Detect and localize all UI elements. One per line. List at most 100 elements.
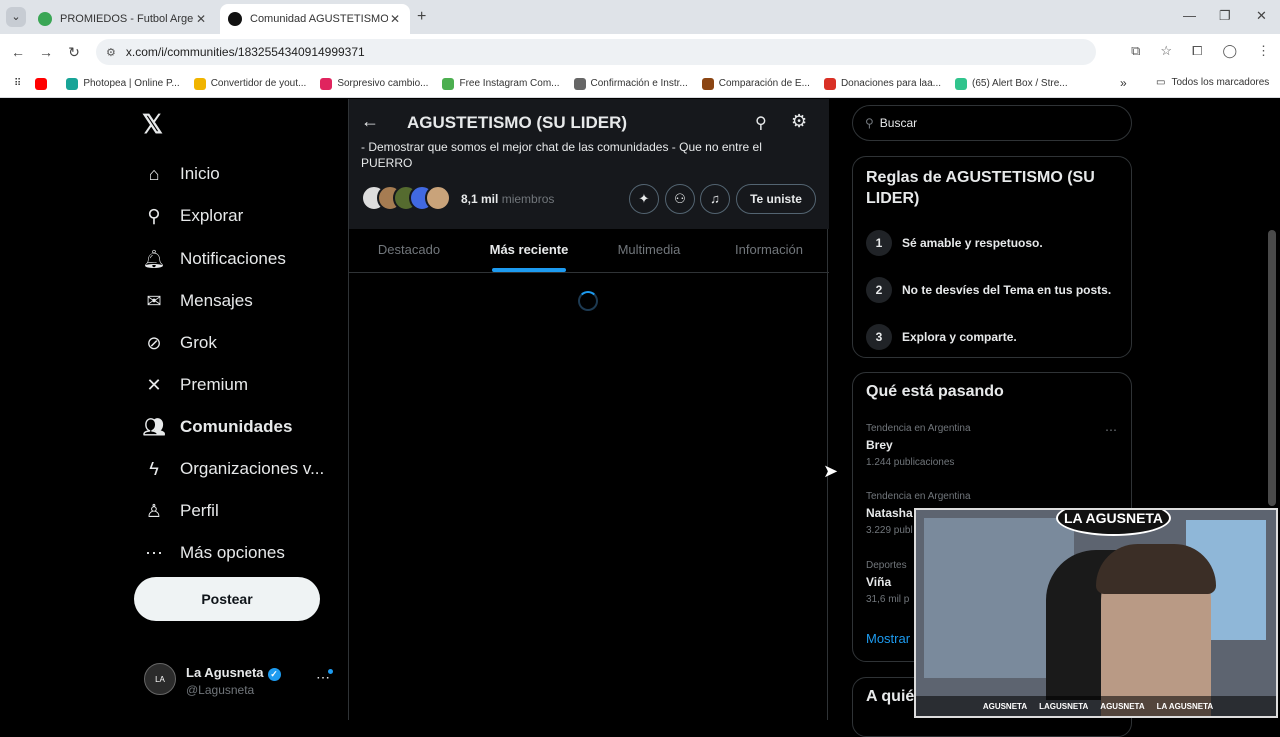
all-bookmarks-folder[interactable]: ▭ Todos los marcadores (1156, 77, 1269, 88)
nav-item-home[interactable]: ⌂ Inicio (142, 156, 220, 192)
member-avatar (425, 185, 451, 211)
folder-icon (193, 77, 206, 90)
photopea-icon (66, 77, 79, 90)
loading-spinner (578, 291, 598, 311)
home-icon: ⌂ (148, 163, 160, 184)
bookmark-item[interactable]: Comparación de E... (701, 77, 810, 90)
site-info-icon[interactable]: ⚙ (106, 46, 116, 59)
trend-more-icon[interactable]: ⋯ (1105, 423, 1117, 437)
bookmark-item[interactable]: Convertidor de yout... (193, 77, 306, 90)
gear-icon[interactable]: ⚙ (791, 111, 807, 132)
menu-kebab-icon[interactable]: ⋮ (1257, 43, 1270, 59)
rule-number: 3 (866, 324, 892, 350)
close-window-icon[interactable]: ✕ (1256, 8, 1267, 24)
bookmark-item[interactable]: Photopea | Online P... (66, 77, 180, 90)
bookmark-item[interactable]: Sorpresivo cambio... (320, 77, 428, 90)
profile-name-row: La Agusneta ✓ (186, 665, 281, 681)
nav-item-mail[interactable]: ✉ Mensajes (142, 283, 252, 319)
page-scrollbar[interactable] (1268, 230, 1276, 506)
apps-grid-icon[interactable]: ⠿ (14, 78, 21, 89)
extensions-icon[interactable]: ⧠ (1192, 43, 1202, 59)
browser-toolbar: ← → ↻ ⚙ x.com/i/communities/183255434091… (0, 34, 1280, 70)
reload-icon[interactable]: ↻ (60, 44, 88, 61)
nav-item-bell[interactable]: 🔔︎ Notificaciones (142, 241, 286, 277)
trend-item[interactable]: Tendencia en Argentina Brey 1.244 public… (866, 423, 1121, 468)
member-avatars[interactable] (361, 185, 451, 211)
news-icon (320, 77, 333, 90)
back-arrow-icon[interactable]: ← (361, 111, 379, 132)
show-more-link[interactable]: Mostrar (866, 631, 910, 646)
add-user-icon[interactable]: ⚇ (665, 184, 695, 214)
back-icon[interactable]: ← (4, 44, 32, 60)
new-tab-button[interactable]: + (417, 8, 426, 26)
forward-icon[interactable]: → (32, 44, 60, 60)
nav-item-grok[interactable]: ⊘ Grok (142, 325, 216, 361)
nav-item-communities[interactable]: 👥︎ Comunidades (142, 409, 293, 445)
account-switcher[interactable]: LA La Agusneta ✓ @Lagusneta ⋯ (144, 661, 344, 701)
active-tab-indicator (492, 268, 566, 272)
browser-tab-community[interactable]: Comunidad AGUSTETISMO (SU ✕ (220, 4, 410, 34)
bookmark-item[interactable]: Donaciones para laa... (823, 77, 942, 90)
nav-item-search[interactable]: ⚲ Explorar (142, 198, 243, 234)
rule-item[interactable]: 1 Sé amable y respetuoso. (866, 230, 1126, 256)
tab-destacado[interactable]: Destacado (349, 229, 469, 272)
instagram-handle: AGUSNETA (982, 701, 1028, 711)
minimize-icon[interactable]: — (1183, 8, 1196, 23)
bookmark-label: Donaciones para laa... (840, 78, 942, 89)
tab-label: Destacado (377, 242, 441, 257)
who-to-follow-title: A quié (866, 688, 915, 705)
nav-item-lightning[interactable]: ϟ Organizaciones v... (142, 451, 324, 487)
rule-text: Sé amable y respetuoso. (902, 236, 1043, 250)
all-bookmarks-label: Todos los marcadores (1171, 77, 1270, 88)
browser-tab-promiedos[interactable]: PROMIEDOS - Futbol Argentino ✕ (30, 4, 216, 34)
post-button[interactable]: Postear (134, 577, 320, 621)
x-favicon (228, 12, 242, 26)
rule-item[interactable]: 3 Explora y comparte. (866, 324, 1126, 350)
avatar: LA (144, 663, 176, 695)
mouse-cursor-icon: ➤ (823, 461, 839, 481)
nav-item-person[interactable]: ♙ Perfil (142, 493, 219, 529)
nav-item-label: Organizaciones v... (180, 459, 325, 478)
tab-informacion[interactable]: Información (709, 229, 829, 272)
tab-mas-reciente[interactable]: Más reciente (469, 229, 589, 272)
sparkle-icon[interactable]: ✦ (629, 184, 659, 214)
bell-icon: 🔔︎ (142, 248, 166, 269)
nav-item-x[interactable]: ✕ Premium (142, 367, 248, 403)
rule-item[interactable]: 2 No te desvíes del Tema en tus posts. (866, 277, 1126, 303)
webcam-overlay: LA AGUSNETA AGUSNETA LAGUSNETA AGUSNETA … (914, 508, 1278, 718)
tab-search-button[interactable]: ⌄ (6, 7, 26, 27)
close-tab-icon[interactable]: ✕ (388, 12, 402, 26)
bookmark-item[interactable]: Free Instagram Com... (442, 77, 560, 90)
bookmark-item[interactable]: (65) Alert Box / Stre... (955, 77, 1068, 90)
x-logo-icon[interactable]: 𝕏 (142, 109, 163, 140)
search-icon[interactable]: ⚲ (755, 113, 767, 133)
bookmark-youtube[interactable] (35, 77, 52, 90)
nav-item-label: Más opciones (180, 543, 285, 562)
streamer-hair (1096, 544, 1216, 594)
nav-item-more-circle[interactable]: ⋯ Más opciones (142, 535, 285, 571)
search-input[interactable]: ⚲ Buscar (852, 105, 1132, 141)
community-tabs: Destacado Más reciente Multimedia Inform… (349, 229, 829, 273)
promiedos-favicon (38, 12, 52, 26)
nav-item-label: Inicio (180, 164, 220, 183)
joined-button[interactable]: Te uniste (736, 184, 816, 214)
account-icon[interactable]: ◯ (1222, 43, 1237, 59)
restore-icon[interactable]: ❐ (1219, 8, 1231, 24)
community-column: ← AGUSTETISMO (SU LIDER) ⚲ ⚙ - Demostrar… (348, 99, 829, 720)
tab-multimedia[interactable]: Multimedia (589, 229, 709, 272)
install-app-icon[interactable]: ⧉ (1131, 43, 1140, 59)
bookmark-star-icon[interactable]: ☆ (1160, 43, 1172, 59)
bookmark-label: (65) Alert Box / Stre... (972, 78, 1068, 89)
member-count[interactable]: 8,1 mil miembros (461, 192, 554, 206)
search-placeholder: Buscar (879, 116, 918, 130)
address-bar[interactable]: ⚙ x.com/i/communities/183255434091499937… (96, 39, 1096, 65)
streamlabs-icon (955, 77, 968, 90)
notification-bell-icon[interactable]: ♫ (700, 184, 730, 214)
bookmark-item[interactable]: Confirmación e Instr... (573, 77, 688, 90)
x-icon: ✕ (146, 374, 162, 395)
bookmarks-overflow-icon[interactable]: » (1120, 76, 1127, 90)
tab-title: PROMIEDOS - Futbol Argentino (60, 13, 194, 25)
more-circle-icon: ⋯ (145, 542, 163, 563)
mail-icon: ✉ (146, 290, 162, 311)
close-tab-icon[interactable]: ✕ (194, 12, 208, 26)
